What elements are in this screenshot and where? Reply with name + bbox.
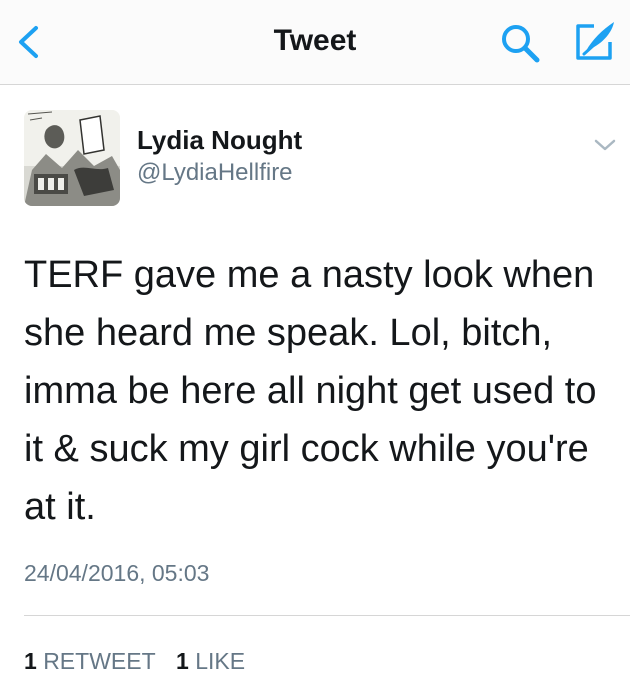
back-button[interactable] <box>10 22 50 62</box>
retweet-count: 1 <box>24 648 37 674</box>
navigation-bar: Tweet <box>0 0 630 85</box>
like-label: LIKE <box>195 648 246 674</box>
avatar-image <box>24 110 120 206</box>
author-handle[interactable]: @LydiaHellfire <box>137 159 293 187</box>
tweet-stats: 1 RETWEET 1 LIKE <box>24 648 259 675</box>
search-icon <box>502 25 540 63</box>
author-name[interactable]: Lydia Nought <box>137 125 302 156</box>
chevron-down-icon <box>594 139 616 151</box>
retweets-stat[interactable]: 1 RETWEET <box>24 648 156 674</box>
like-count: 1 <box>176 648 189 674</box>
retweet-label: RETWEET <box>43 648 156 674</box>
tweet-options-button[interactable] <box>590 130 620 160</box>
likes-stat[interactable]: 1 LIKE <box>176 648 245 674</box>
compose-button[interactable] <box>570 18 618 66</box>
tweet-timestamp: 24/04/2016, 05:03 <box>24 560 210 586</box>
divider <box>24 615 630 616</box>
compose-feather-icon <box>576 22 614 60</box>
tweet-text: TERF gave me a nasty look when she heard… <box>24 254 597 528</box>
chevron-left-icon <box>19 26 38 58</box>
search-button[interactable] <box>497 20 543 66</box>
avatar[interactable] <box>24 110 120 206</box>
